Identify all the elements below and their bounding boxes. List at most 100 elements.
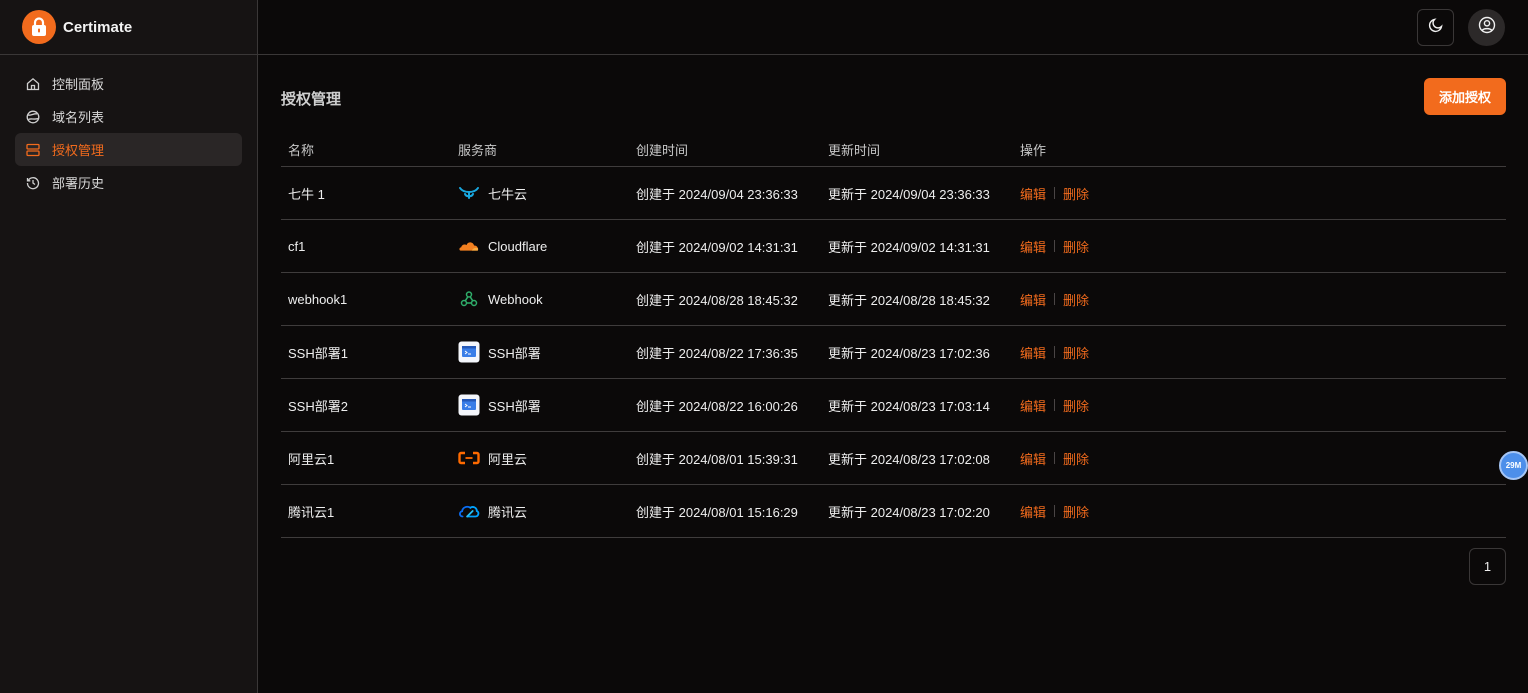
action-divider [1054, 293, 1056, 305]
row-actions: 编辑 删除 [1020, 502, 1089, 521]
sidebar-item-label: 部署历史 [52, 176, 105, 191]
row-provider: SSH部署 [458, 394, 636, 416]
brand[interactable]: Certimate [0, 0, 257, 55]
user-circle-icon [1478, 16, 1496, 39]
action-divider [1054, 505, 1056, 517]
row-provider: 七牛云 [458, 182, 636, 204]
column-header-created: 创建时间 [636, 142, 689, 158]
row-provider-label: 腾讯云 [488, 504, 528, 520]
server-icon [25, 142, 41, 158]
row-provider-label: 阿里云 [488, 451, 528, 467]
sidebar-item-access[interactable]: 授权管理 [15, 133, 242, 166]
moon-icon [1428, 17, 1444, 38]
row-actions: 编辑 删除 [1020, 396, 1089, 415]
table-row: 七牛 1 七牛云 创建于 2024/09/04 23:36:33 更新于 202… [281, 167, 1506, 220]
row-name: 七牛 1 [288, 186, 325, 202]
row-actions: 编辑 删除 [1020, 449, 1089, 468]
access-table: 名称 服务商 创建时间 更新时间 操作 七牛 1 七牛云 创建于 2024/09… [281, 132, 1506, 538]
column-header-updated: 更新时间 [828, 142, 881, 158]
history-icon [25, 175, 41, 191]
row-created: 创建于 2024/08/22 17:36:35 [636, 345, 798, 361]
action-divider [1054, 452, 1056, 464]
table-row: webhook1 Webhook 创建于 2024/08/28 18:45:32… [281, 273, 1506, 326]
sidebar: Certimate 控制面板 域名列表 授权管理 部署历史 [0, 0, 258, 693]
edit-link[interactable]: 编辑 [1020, 290, 1046, 309]
row-updated: 更新于 2024/08/23 17:02:08 [828, 451, 990, 467]
qiniu-icon [458, 182, 480, 204]
row-provider-label: Webhook [488, 291, 543, 307]
sidebar-item-label: 控制面板 [52, 77, 105, 92]
sidebar-item-label: 域名列表 [52, 110, 105, 125]
row-name: SSH部署2 [288, 398, 348, 414]
user-menu-button[interactable] [1468, 9, 1505, 46]
row-name: webhook1 [288, 291, 348, 307]
home-icon [25, 76, 41, 92]
delete-link[interactable]: 删除 [1063, 184, 1089, 203]
row-created: 创建于 2024/09/04 23:36:33 [636, 186, 798, 202]
delete-link[interactable]: 删除 [1063, 290, 1089, 309]
row-name: cf1 [288, 238, 306, 254]
delete-link[interactable]: 删除 [1063, 396, 1089, 415]
row-provider-label: Cloudflare [488, 238, 548, 254]
edit-link[interactable]: 编辑 [1020, 237, 1046, 256]
page-title: 授权管理 [281, 91, 342, 108]
app-root: Certimate 控制面板 域名列表 授权管理 部署历史 授权管理 添加授权 … [0, 0, 1528, 693]
theme-toggle-button[interactable] [1417, 9, 1454, 46]
sidebar-item-dashboard[interactable]: 控制面板 [15, 67, 242, 100]
row-actions: 编辑 删除 [1020, 237, 1089, 256]
row-provider: 腾讯云 [458, 500, 636, 522]
row-updated: 更新于 2024/09/04 23:36:33 [828, 186, 990, 202]
table-row: 腾讯云1 腾讯云 创建于 2024/08/01 15:16:29 更新于 202… [281, 485, 1506, 538]
delete-link[interactable]: 删除 [1063, 237, 1089, 256]
action-divider [1054, 399, 1056, 411]
top-bar [258, 0, 1528, 55]
row-provider-label: SSH部署 [488, 398, 541, 414]
row-created: 创建于 2024/08/01 15:39:31 [636, 451, 798, 467]
row-actions: 编辑 删除 [1020, 343, 1089, 362]
aliyun-icon [458, 447, 480, 469]
row-actions: 编辑 删除 [1020, 290, 1089, 309]
tencent-cloud-icon [458, 500, 480, 522]
ssh-icon [458, 394, 480, 416]
cloudflare-icon [458, 235, 480, 257]
row-created: 创建于 2024/09/02 14:31:31 [636, 239, 798, 255]
row-name: SSH部署1 [288, 345, 348, 361]
action-divider [1054, 240, 1056, 252]
row-updated: 更新于 2024/08/23 17:03:14 [828, 398, 990, 414]
delete-link[interactable]: 删除 [1063, 343, 1089, 362]
delete-link[interactable]: 删除 [1063, 502, 1089, 521]
table-row: SSH部署2 SSH部署 创建于 2024/08/22 16:00:26 更新于… [281, 379, 1506, 432]
action-divider [1054, 346, 1056, 358]
column-header-provider: 服务商 [458, 142, 498, 158]
edit-link[interactable]: 编辑 [1020, 184, 1046, 203]
sidebar-item-domains[interactable]: 域名列表 [15, 100, 242, 133]
row-updated: 更新于 2024/09/02 14:31:31 [828, 239, 990, 255]
row-updated: 更新于 2024/08/23 17:02:20 [828, 504, 990, 520]
sidebar-item-history[interactable]: 部署历史 [15, 166, 242, 199]
column-header-name: 名称 [288, 142, 315, 158]
webhook-icon [458, 288, 480, 310]
edit-link[interactable]: 编辑 [1020, 343, 1046, 362]
row-provider-label: 七牛云 [488, 186, 528, 202]
edit-link[interactable]: 编辑 [1020, 449, 1046, 468]
table-header: 名称 服务商 创建时间 更新时间 操作 [281, 132, 1506, 167]
sidebar-item-label: 授权管理 [52, 143, 105, 158]
app-name: Certimate [63, 18, 133, 36]
pagination-page-button[interactable]: 1 [1469, 548, 1506, 585]
sidebar-nav: 控制面板 域名列表 授权管理 部署历史 [0, 55, 257, 199]
row-created: 创建于 2024/08/28 18:45:32 [636, 292, 798, 308]
table-row: 阿里云1 阿里云 创建于 2024/08/01 15:39:31 更新于 202… [281, 432, 1506, 485]
edit-link[interactable]: 编辑 [1020, 502, 1046, 521]
table-row: SSH部署1 SSH部署 创建于 2024/08/22 17:36:35 更新于… [281, 326, 1506, 379]
edit-link[interactable]: 编辑 [1020, 396, 1046, 415]
row-name: 腾讯云1 [288, 504, 335, 520]
floating-memory-badge[interactable]: 29M [1499, 451, 1528, 480]
row-updated: 更新于 2024/08/28 18:45:32 [828, 292, 990, 308]
add-access-button[interactable]: 添加授权 [1424, 78, 1506, 115]
lock-logo-icon [22, 10, 56, 44]
row-created: 创建于 2024/08/22 16:00:26 [636, 398, 798, 414]
action-divider [1054, 187, 1056, 199]
delete-link[interactable]: 删除 [1063, 449, 1089, 468]
row-provider-label: SSH部署 [488, 345, 541, 361]
row-provider: Webhook [458, 288, 636, 310]
